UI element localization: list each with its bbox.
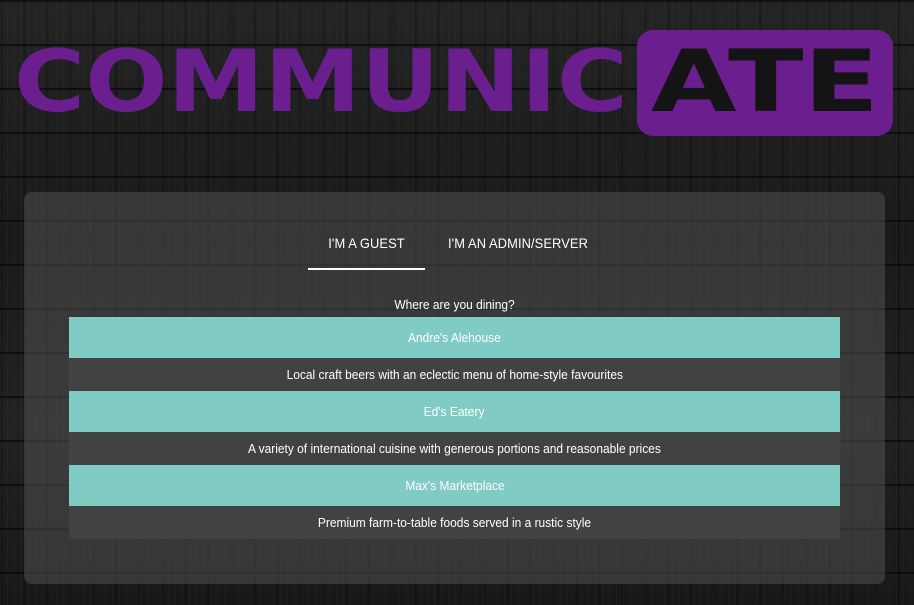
dining-prompt: Where are you dining? xyxy=(394,297,515,312)
restaurant-eds-eatery[interactable]: Ed's Eatery xyxy=(69,391,840,432)
restaurant-description: Premium farm-to-table foods served in a … xyxy=(69,506,840,539)
restaurant-list: Andre's Alehouse Local craft beers with … xyxy=(69,317,840,539)
tab-guest[interactable]: I'M A GUEST xyxy=(313,230,421,270)
restaurant-name-label: Max's Marketplace xyxy=(404,478,505,493)
login-panel: I'M A GUEST I'M AN ADMIN/SERVER Where ar… xyxy=(24,192,885,584)
communicate-logo: COMMUNIC ATE xyxy=(0,0,914,150)
restaurant-description: A variety of international cuisine with … xyxy=(69,432,840,465)
restaurant-description-text: Premium farm-to-table foods served in a … xyxy=(317,515,592,530)
restaurant-name-label: Andre's Alehouse xyxy=(408,330,501,345)
role-tabs: I'M A GUEST I'M AN ADMIN/SERVER xyxy=(24,230,885,270)
logo-text-boxed: ATE xyxy=(651,32,879,132)
restaurant-description-text: Local craft beers with an eclectic menu … xyxy=(286,367,623,382)
logo-graphic: COMMUNIC ATE xyxy=(14,30,893,136)
logo-text-plain: COMMUNIC xyxy=(14,32,628,132)
restaurant-maxs-marketplace[interactable]: Max's Marketplace xyxy=(69,465,840,506)
restaurant-description-text: A variety of international cuisine with … xyxy=(248,441,661,456)
restaurant-name-label: Ed's Eatery xyxy=(424,404,485,419)
tab-admin-server[interactable]: I'M AN ADMIN/SERVER xyxy=(444,230,591,270)
restaurant-description: Local craft beers with an eclectic menu … xyxy=(69,358,840,391)
restaurant-andres-alehouse[interactable]: Andre's Alehouse xyxy=(69,317,840,358)
active-tab-indicator xyxy=(308,268,425,270)
